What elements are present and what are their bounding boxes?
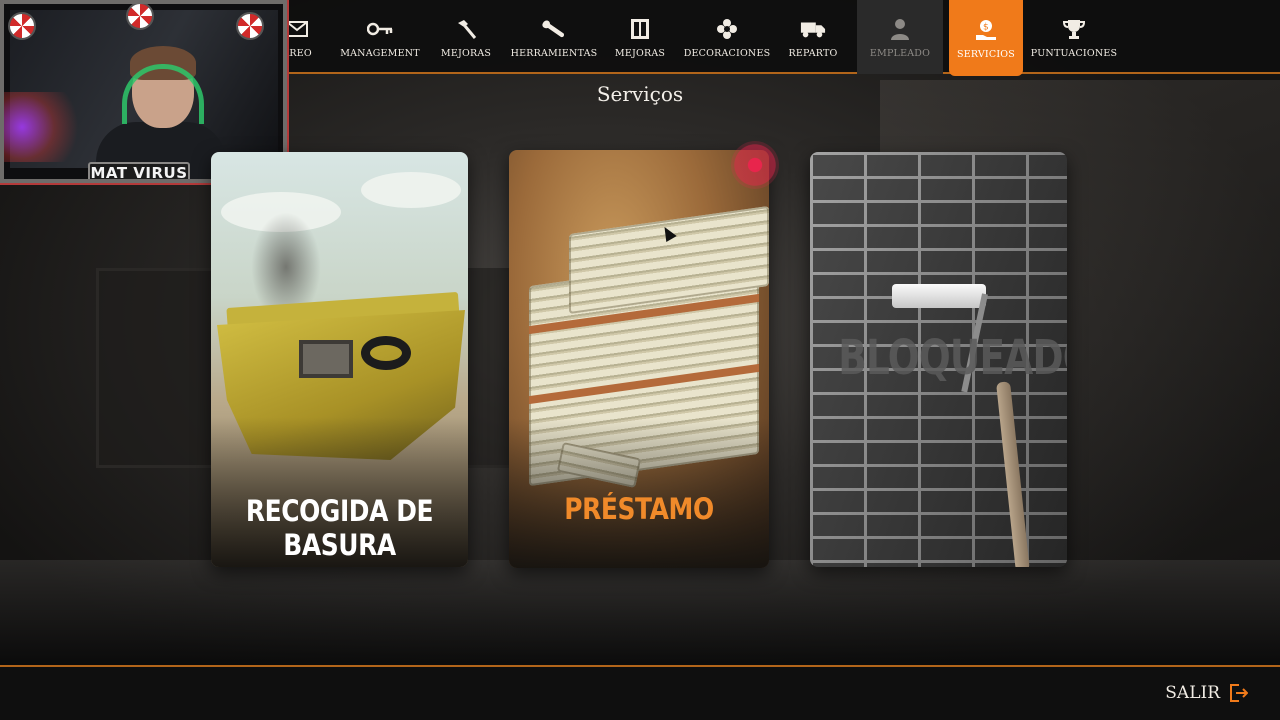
page-title: Serviços [596, 82, 684, 106]
exit-button[interactable]: SALIR [1165, 683, 1249, 703]
nav-item-empleado[interactable]: EMPLEADO [857, 0, 943, 74]
nav-item-label: PUNTUACIONES [1030, 47, 1118, 59]
nav-item-label: MANAGEMENT [340, 47, 420, 59]
umbrella-logo-icon [8, 12, 36, 40]
flower-icon [714, 16, 740, 42]
tyre-illustration [361, 336, 411, 370]
nav-item-management[interactable]: MANAGEMENT [340, 0, 420, 74]
locked-label: BLOQUEADO [838, 330, 1067, 386]
nav-item-mejoras[interactable]: MEJORAS [434, 0, 498, 74]
wrench-icon [541, 16, 567, 42]
nav-item-mejoras-muebles[interactable]: MEJORAS [608, 0, 672, 74]
trophy-icon [1061, 16, 1087, 42]
service-card-garbage[interactable]: RECOGIDA DE BASURA [211, 152, 468, 567]
webcam-rgb-light [4, 92, 94, 162]
person-icon [887, 16, 913, 42]
bottom-bar: SALIR [0, 665, 1280, 720]
nav-item-servicios[interactable]: $ SERVICIOS [949, 0, 1023, 76]
service-card-loan[interactable]: PRÉSTAMO [509, 150, 769, 568]
umbrella-logo-icon [126, 4, 154, 30]
nav-item-decoraciones[interactable]: DECORACIONES [683, 0, 771, 74]
nav-item-label: DECORACIONES [683, 47, 771, 59]
nav-item-label: EMPLEADO [869, 47, 931, 59]
exit-icon [1228, 683, 1249, 703]
streamer-name: MAT VIRUS [88, 162, 190, 179]
nav-item-label: MEJORAS [614, 47, 666, 59]
nav-item-label: REPARTO [788, 47, 838, 59]
background-floor [0, 560, 1280, 665]
key-icon [367, 16, 393, 42]
service-card-label: PRÉSTAMO [564, 492, 714, 526]
nav-item-label: HERRAMIENTAS [510, 47, 598, 59]
exit-label: SALIR [1165, 683, 1220, 703]
nav-item-herramientas[interactable]: HERRAMIENTAS [510, 0, 598, 74]
truck-icon [800, 16, 826, 42]
nav-item-puntuaciones[interactable]: PUNTUACIONES [1030, 0, 1118, 74]
money-band [529, 363, 759, 405]
paint-roller-icon [892, 284, 986, 308]
nav-item-label: MEJORAS [440, 47, 492, 59]
svg-text:$: $ [983, 22, 989, 32]
nav-item-reparto[interactable]: REPARTO [780, 0, 846, 74]
cloud-decoration [361, 172, 461, 208]
service-card-label: RECOGIDA DE BASURA [245, 494, 434, 562]
tv-illustration [299, 340, 353, 378]
hammer-icon [453, 16, 479, 42]
service-card-locked[interactable]: BLOQUEADO [810, 152, 1067, 567]
cabinet-icon [627, 16, 653, 42]
click-indicator [731, 141, 779, 189]
envelope-icon [284, 16, 310, 42]
umbrella-logo-icon [236, 12, 264, 40]
money-hand-icon: $ [973, 17, 999, 43]
nav-item-label: SERVICIOS [957, 48, 1015, 60]
